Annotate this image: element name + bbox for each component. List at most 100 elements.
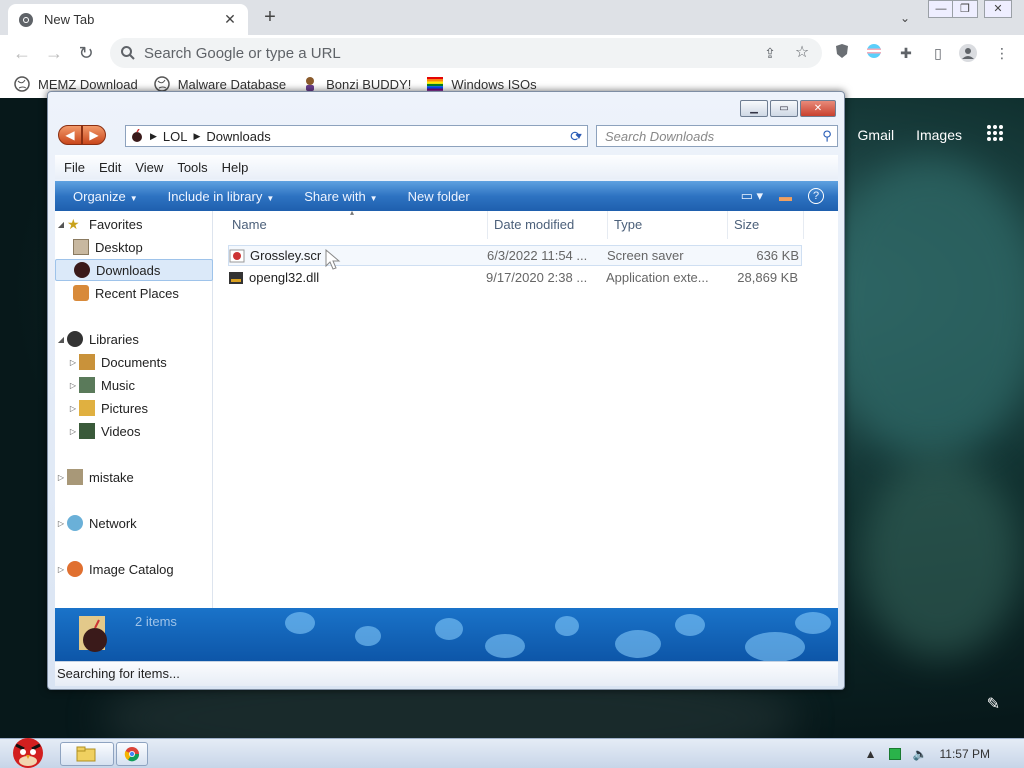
gmail-link[interactable]: Gmail: [858, 127, 895, 143]
item-count: 2 items: [135, 614, 177, 629]
tab-search-chevron-icon[interactable]: ⌄: [894, 7, 916, 29]
taskbar-chrome-button[interactable]: [116, 742, 148, 766]
menu-edit[interactable]: Edit: [99, 160, 121, 175]
dropdown-caret-icon: ▼: [266, 193, 275, 203]
bookmark-star-icon[interactable]: ☆: [792, 43, 812, 63]
new-folder-button[interactable]: New folder: [408, 189, 470, 204]
breadcrumb-lol[interactable]: LOL: [163, 129, 188, 144]
back-arrow-icon[interactable]: ←: [10, 41, 34, 65]
start-angry-bird-icon[interactable]: [2, 731, 50, 768]
breadcrumb-downloads[interactable]: Downloads: [206, 129, 270, 144]
file-row-opengl32[interactable]: opengl32.dll 9/17/2020 2:38 ... Applicat…: [228, 267, 802, 288]
menu-file[interactable]: File: [64, 160, 85, 175]
file-row-grossley[interactable]: Grossley.scr 6/3/2022 11:54 ... Screen s…: [228, 245, 802, 266]
address-bar[interactable]: ▶ LOL ▶ Downloads ▼: [125, 125, 588, 147]
forward-arrow-icon[interactable]: →: [42, 41, 66, 65]
images-link[interactable]: Images: [916, 127, 962, 143]
preview-pane-icon[interactable]: ▬: [779, 189, 792, 204]
collapse-arrow-icon[interactable]: ◢: [55, 220, 67, 229]
column-date-modified[interactable]: Date modified: [488, 211, 608, 239]
nav-mistake[interactable]: ▷ mistake: [55, 466, 213, 488]
dll-file-icon: [229, 271, 243, 284]
image-catalog-icon: [67, 561, 83, 577]
minimize-button[interactable]: —: [928, 0, 954, 18]
expand-arrow-icon[interactable]: ▷: [67, 381, 79, 390]
reload-icon[interactable]: ↻: [74, 41, 98, 65]
explorer-close-button[interactable]: ✕: [800, 100, 836, 117]
collapse-arrow-icon[interactable]: ◢: [55, 335, 67, 344]
details-pane: 2 items: [55, 608, 838, 661]
share-with-button[interactable]: Share with ▼: [304, 189, 377, 204]
apps-grid-icon[interactable]: [986, 124, 1004, 145]
help-icon[interactable]: ?: [808, 188, 824, 204]
bookmark-memz[interactable]: MEMZ Download: [14, 76, 138, 92]
tab-close-icon[interactable]: ✕: [222, 11, 238, 28]
flag-extension-icon[interactable]: [864, 43, 884, 63]
status-bar: Searching for items...: [55, 661, 838, 686]
column-size[interactable]: Size: [728, 211, 804, 239]
restore-button[interactable]: ❐: [952, 0, 978, 18]
share-icon[interactable]: ⇪: [760, 43, 780, 63]
forward-arrow-icon[interactable]: ▶: [82, 125, 106, 145]
expand-arrow-icon[interactable]: ▷: [67, 427, 79, 436]
close-window-button[interactable]: ✕: [984, 0, 1012, 18]
nav-recent-places[interactable]: Recent Places: [55, 282, 213, 304]
search-icon: [121, 46, 135, 60]
include-in-library-button[interactable]: Include in library ▼: [168, 189, 275, 204]
column-type[interactable]: Type: [608, 211, 728, 239]
explorer-minimize-button[interactable]: ▁: [740, 100, 768, 117]
back-arrow-icon[interactable]: ◀: [58, 125, 82, 145]
explorer-window: ▁ ▭ ✕ ◀ ▶ ▶ LOL ▶ Downloads ▼ ⟳ Search D…: [47, 91, 845, 690]
omnibox[interactable]: Search Google or type a URL: [110, 38, 822, 68]
side-panel-icon[interactable]: ▯: [928, 43, 948, 63]
menu-view[interactable]: View: [135, 160, 163, 175]
expand-arrow-icon[interactable]: ▷: [55, 519, 67, 528]
nav-libraries[interactable]: ◢ Libraries: [55, 328, 213, 350]
nav-desktop[interactable]: Desktop: [55, 236, 213, 258]
nav-favorites[interactable]: ◢ ★ Favorites: [55, 213, 213, 235]
recent-places-icon: [73, 285, 89, 301]
nav-videos[interactable]: ▷ Videos: [55, 420, 213, 442]
refresh-icon[interactable]: ⟳: [566, 127, 586, 145]
globe-icon: [153, 76, 170, 92]
expand-arrow-icon[interactable]: ▷: [55, 565, 67, 574]
bookmark-malware-database[interactable]: Malware Database: [153, 76, 286, 92]
folder-bomb-large-icon: [79, 616, 107, 652]
explorer-maximize-button[interactable]: ▭: [770, 100, 798, 117]
volume-icon[interactable]: 🔈: [913, 747, 928, 761]
search-placeholder: Search Downloads: [605, 128, 715, 144]
nav-network[interactable]: ▷ Network: [55, 512, 213, 534]
tab-new-tab[interactable]: New Tab ✕: [8, 4, 248, 35]
menu-kebab-icon[interactable]: ⋮: [992, 43, 1012, 63]
screensaver-file-icon: [229, 249, 245, 262]
search-downloads-input[interactable]: Search Downloads ⚲: [596, 125, 838, 147]
expand-arrow-icon[interactable]: ▷: [67, 358, 79, 367]
tray-expand-icon[interactable]: ▲: [865, 747, 877, 761]
organize-button[interactable]: Organize ▼: [73, 189, 138, 204]
nav-pictures[interactable]: ▷ Pictures: [55, 397, 213, 419]
view-options-icon[interactable]: ▭ ▾: [741, 188, 763, 204]
bookmark-windows-isos[interactable]: Windows ISOs: [427, 76, 537, 92]
nav-image-catalog[interactable]: ▷ Image Catalog: [55, 558, 213, 580]
network-status-icon[interactable]: [888, 748, 901, 760]
menu-help[interactable]: Help: [222, 160, 249, 175]
clock[interactable]: 11:57 PM: [940, 747, 990, 761]
documents-icon: [79, 354, 95, 370]
nav-music[interactable]: ▷ Music: [55, 374, 213, 396]
search-icon[interactable]: ⚲: [817, 128, 837, 144]
breadcrumb-separator-icon: ▶: [150, 130, 157, 141]
extensions-puzzle-icon[interactable]: ✚: [896, 43, 916, 63]
column-name[interactable]: Name: [214, 211, 488, 239]
profile-avatar-icon[interactable]: [958, 43, 978, 63]
mouse-cursor-icon: [325, 249, 341, 270]
bookmark-bonzi-buddy[interactable]: Bonzi BUDDY!: [302, 76, 411, 92]
nav-documents[interactable]: ▷ Documents: [55, 351, 213, 373]
menu-tools[interactable]: Tools: [177, 160, 207, 175]
customize-pencil-icon[interactable]: ✎: [987, 694, 1000, 714]
ublock-extension-icon[interactable]: [832, 43, 852, 63]
expand-arrow-icon[interactable]: ▷: [55, 473, 67, 482]
taskbar-explorer-button[interactable]: [60, 742, 114, 766]
new-tab-button[interactable]: +: [258, 5, 282, 29]
expand-arrow-icon[interactable]: ▷: [67, 404, 79, 413]
nav-downloads[interactable]: Downloads: [55, 259, 213, 281]
